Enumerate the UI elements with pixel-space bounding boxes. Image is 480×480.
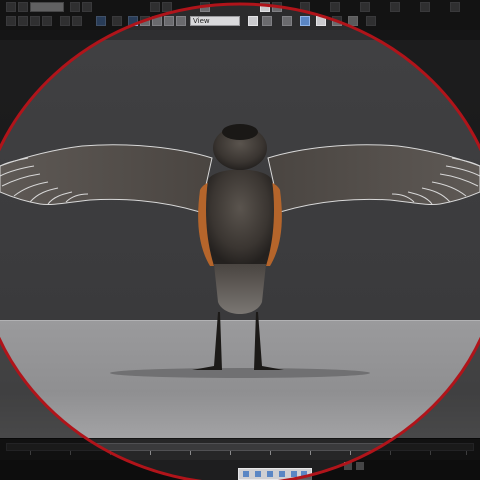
unlink-icon[interactable] bbox=[82, 2, 92, 12]
timeline-tick bbox=[350, 451, 351, 455]
render-frame-icon[interactable] bbox=[366, 16, 376, 26]
scale-icon[interactable] bbox=[96, 16, 106, 26]
toolbar-row-menus bbox=[0, 2, 480, 16]
named-selection-icon[interactable] bbox=[200, 2, 210, 12]
reference-coord-icon[interactable] bbox=[112, 16, 122, 26]
bird-body[interactable] bbox=[198, 124, 282, 266]
timeline-tick bbox=[150, 451, 151, 455]
time-config-icon[interactable] bbox=[291, 471, 297, 477]
layer-icon[interactable] bbox=[300, 2, 310, 12]
compact-material-icon[interactable] bbox=[348, 16, 358, 26]
play-icon[interactable] bbox=[255, 471, 261, 477]
bird-tail[interactable] bbox=[214, 264, 266, 314]
timeline-tick bbox=[430, 451, 431, 455]
main-toolbar: View bbox=[0, 0, 480, 31]
auto-key-icon[interactable] bbox=[344, 462, 352, 470]
curve-editor-icon[interactable] bbox=[330, 2, 340, 12]
timeline[interactable] bbox=[0, 438, 480, 461]
set-key-icon[interactable] bbox=[356, 462, 364, 470]
prev-frame-icon[interactable] bbox=[243, 471, 249, 477]
bird-shadow bbox=[110, 368, 370, 378]
bird-model[interactable] bbox=[0, 40, 480, 438]
playback-controls bbox=[238, 468, 312, 480]
keyboard-shortcut-icon[interactable] bbox=[152, 16, 162, 26]
percent-snap-icon[interactable] bbox=[176, 16, 186, 26]
view-dropdown[interactable]: View bbox=[190, 16, 240, 26]
mirror-icon[interactable] bbox=[260, 2, 270, 12]
snaps-toggle-icon[interactable] bbox=[164, 16, 174, 26]
timeline-tick bbox=[110, 451, 111, 455]
align-icon[interactable] bbox=[272, 2, 282, 12]
key-mode-icon[interactable] bbox=[279, 471, 285, 477]
select-manipulate-icon[interactable] bbox=[140, 16, 150, 26]
graphite-tools-icon[interactable] bbox=[300, 16, 310, 26]
toggle-layer-icon[interactable] bbox=[282, 16, 292, 26]
schematic-icon[interactable] bbox=[360, 2, 370, 12]
window-crossing-icon[interactable] bbox=[42, 16, 52, 26]
render-setup-icon[interactable] bbox=[420, 2, 430, 12]
timeline-tick bbox=[466, 451, 467, 455]
bird-legs[interactable] bbox=[192, 312, 284, 370]
render-icon[interactable] bbox=[450, 2, 460, 12]
toolbar-row-tools: View bbox=[0, 16, 480, 30]
timeline-tick bbox=[190, 451, 191, 455]
rotate-icon[interactable] bbox=[72, 16, 82, 26]
viewport-label-bar bbox=[0, 30, 480, 40]
move-icon[interactable] bbox=[60, 16, 70, 26]
timeline-tick bbox=[230, 451, 231, 455]
pivot-icon[interactable] bbox=[128, 16, 138, 26]
mirror-tool-icon[interactable] bbox=[248, 16, 258, 26]
material-editor-icon[interactable] bbox=[390, 2, 400, 12]
schematic-view-icon[interactable] bbox=[332, 16, 342, 26]
app-window: View bbox=[0, 0, 480, 480]
select-object-icon[interactable] bbox=[6, 16, 16, 26]
rect-region-icon[interactable] bbox=[30, 16, 40, 26]
select-by-name-icon[interactable] bbox=[18, 16, 28, 26]
left-wing[interactable] bbox=[0, 144, 213, 213]
right-wing[interactable] bbox=[267, 144, 480, 213]
selection-set-field[interactable] bbox=[30, 2, 64, 12]
snap-icon[interactable] bbox=[150, 2, 160, 12]
redo-icon[interactable] bbox=[18, 2, 28, 12]
undo-icon[interactable] bbox=[6, 2, 16, 12]
align-tool-icon[interactable] bbox=[262, 16, 272, 26]
timeline-tick bbox=[30, 451, 31, 455]
time-slider-track[interactable] bbox=[6, 443, 474, 451]
go-to-end-icon[interactable] bbox=[301, 471, 307, 477]
timeline-tick bbox=[70, 451, 71, 455]
next-frame-icon[interactable] bbox=[267, 471, 273, 477]
link-icon[interactable] bbox=[70, 2, 80, 12]
timeline-tick bbox=[310, 451, 311, 455]
track-view-icon[interactable] bbox=[316, 16, 326, 26]
perspective-viewport[interactable] bbox=[0, 40, 480, 438]
angle-snap-icon[interactable] bbox=[162, 2, 172, 12]
timeline-tick bbox=[390, 451, 391, 455]
timeline-tick bbox=[270, 451, 271, 455]
